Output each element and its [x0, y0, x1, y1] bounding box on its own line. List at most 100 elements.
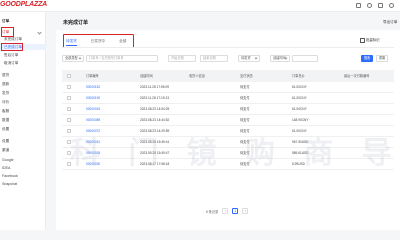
time-type-select[interactable]: 创建时间: [270, 55, 290, 62]
status-value: 待发货: [241, 56, 251, 60]
sidebar-group-orders[interactable]: 订单: [2, 18, 9, 24]
sidebar-item-google[interactable]: Google: [2, 157, 14, 163]
table-row[interactable]: 00000030 2023.05.17 17:58:18 待支付 6.99USD: [62, 159, 394, 170]
payment-status: 待支付: [240, 118, 250, 122]
bell-icon[interactable]: [378, 3, 383, 8]
payment-status: 待支付: [240, 129, 250, 133]
column-header: 支付状态: [240, 74, 253, 78]
created-time: 2023.11.28 17:55:09: [140, 85, 170, 89]
sidebar-item-cancelled[interactable]: 取消订单: [4, 60, 18, 66]
row-checkbox[interactable]: [67, 162, 71, 166]
table-row[interactable]: 00000190 2023.11.28 17:19:13 待支付 61.00CN…: [62, 93, 394, 104]
order-number[interactable]: 00000031: [86, 137, 100, 148]
tab-all[interactable]: 全部: [119, 36, 126, 46]
sidebar-item-returns[interactable]: 退货: [2, 72, 9, 78]
bulk-mark-button[interactable]: 批量标记: [360, 37, 380, 43]
row-checkbox[interactable]: [67, 96, 71, 100]
sidebar-item-reviews[interactable]: 评价: [2, 99, 9, 105]
sidebar-item-idea[interactable]: IDEA: [2, 165, 10, 171]
order-type-select[interactable]: 全部类型: [62, 55, 84, 62]
payment-status: 待支付: [240, 85, 250, 89]
pagination: 8 条记录 ‹ 1 ›: [206, 208, 249, 214]
search-button[interactable]: 搜索: [361, 55, 373, 62]
chevron-down-icon: [254, 56, 258, 60]
sidebar-item-refunds[interactable]: 退款: [2, 81, 9, 87]
date-range-input[interactable]: [292, 55, 318, 62]
row-checkbox[interactable]: [67, 140, 71, 144]
order-number[interactable]: 00000152: [86, 82, 100, 93]
end-date-input[interactable]: 结束日期: [200, 55, 228, 62]
row-checkbox[interactable]: [67, 118, 71, 122]
order-total: 148.90CNY: [292, 118, 309, 122]
sidebar-item-channels[interactable]: 渠道: [2, 147, 9, 153]
order-number[interactable]: 00000072: [86, 126, 100, 137]
chevron-down-icon: [37, 30, 42, 35]
table-row[interactable]: 00000031 2023.05.25 15:49:41 待支付 967.50U…: [62, 137, 394, 148]
column-header[interactable]: 订单编号: [86, 70, 99, 82]
sidebar-item-aftersale[interactable]: 售后订单: [4, 52, 18, 58]
reset-button[interactable]: 重置: [376, 55, 388, 62]
order-type-value: 全部类型: [65, 56, 78, 60]
created-time: 2023.11.28 17:19:13: [140, 96, 170, 100]
start-date-input[interactable]: 开始日期: [168, 55, 196, 62]
column-header: 最后一次付款编号: [344, 74, 370, 78]
payment-status: 待支付: [240, 151, 250, 155]
sidebar-item-data[interactable]: 数据: [2, 117, 9, 123]
chevron-down-icon: [78, 56, 82, 60]
export-orders-link[interactable]: 导出订单: [383, 20, 397, 25]
help-icon[interactable]: [367, 3, 372, 8]
sidebar-item-facebook[interactable]: Facebook: [2, 173, 18, 179]
page-title: 未完成订单: [63, 20, 89, 26]
created-time: 2023.08.23 14:44:52: [140, 118, 170, 122]
status-select[interactable]: 待发货: [238, 55, 260, 62]
top-bar: GOODPLAZZA: [0, 0, 400, 12]
status-tabs: 待发货 已发货中 全部: [62, 36, 130, 46]
table-header: 订单编号 创建时间 收货人信息 支付状态 订单总价 最后一次付款编号: [62, 70, 394, 82]
sidebar-item-settings[interactable]: 设置: [2, 126, 9, 132]
sidebar-item-snapchat[interactable]: Snapchat: [2, 181, 17, 187]
order-total: 61.00CNY: [292, 85, 307, 89]
table-row[interactable]: 00000015 2023.08.23 14:54:25 待支付 61.00CN…: [62, 104, 394, 115]
sidebar-item-service[interactable]: 客服: [2, 108, 9, 114]
next-page-button[interactable]: ›: [242, 208, 249, 214]
table-row[interactable]: 00000072 2023.08.23 14:29:59 待支付 61.00CN…: [62, 126, 394, 137]
order-total: 967.50USD: [292, 140, 309, 144]
order-total: 61.00CNY: [292, 107, 307, 111]
column-header[interactable]: 创建时间: [140, 70, 153, 82]
payment-status: 待支付: [240, 162, 250, 166]
avatar-icon[interactable]: [389, 3, 394, 8]
orders-card: 待发货 已发货中 全部 批量标记 全部类型 订单号 / 支付账号订单号 开始日期…: [56, 30, 400, 230]
table-row[interactable]: 00000152 2023.11.28 17:55:09 待支付 61.00CN…: [62, 82, 394, 93]
table-row[interactable]: 00000035 2023.05.25 15:49:47 待支付 589.61U…: [62, 148, 394, 159]
row-checkbox[interactable]: [67, 107, 71, 111]
tab-shipping[interactable]: 已发货中: [91, 36, 105, 46]
sidebar-item-shipping[interactable]: 发货: [2, 90, 9, 96]
order-number[interactable]: 00000089: [86, 115, 100, 126]
top-icons: [356, 3, 394, 8]
page-number[interactable]: 1: [232, 208, 239, 214]
tab-pending-shipment[interactable]: 待发货: [66, 36, 77, 46]
payment-status: 待支付: [240, 140, 250, 144]
row-checkbox[interactable]: [67, 85, 71, 89]
sidebar: 订单 订单 未完成订单 已完成订单 售后订单 取消订单 退货 退款 发货 评价 …: [0, 12, 46, 230]
created-time: 2023.05.17 17:58:18: [140, 162, 170, 166]
highlight-box: [1, 27, 14, 37]
grid-icon[interactable]: [356, 3, 361, 8]
order-total: 61.00CNY: [292, 96, 307, 100]
order-number[interactable]: 00000190: [86, 93, 100, 104]
row-checkbox[interactable]: [67, 151, 71, 155]
column-header: 收货人信息: [189, 74, 205, 78]
select-all-checkbox[interactable]: [67, 74, 71, 78]
row-checkbox[interactable]: [67, 129, 71, 133]
order-number[interactable]: 00000030: [86, 159, 100, 170]
order-total: 6.99USD: [292, 162, 305, 166]
order-search-input[interactable]: 订单号 / 支付账号订单号: [86, 55, 158, 62]
order-number[interactable]: 00000035: [86, 148, 100, 159]
order-number[interactable]: 00000015: [86, 104, 100, 115]
created-time: 2023.08.23 14:54:25: [140, 107, 170, 111]
app-logo[interactable]: GOODPLAZZA: [0, 1, 47, 8]
sidebar-item-settings-2[interactable]: 设置: [2, 138, 9, 144]
table-row[interactable]: 00000089 2023.08.23 14:44:52 待支付 148.90C…: [62, 115, 394, 126]
divider: [62, 47, 394, 48]
prev-page-button[interactable]: ‹: [222, 208, 229, 214]
